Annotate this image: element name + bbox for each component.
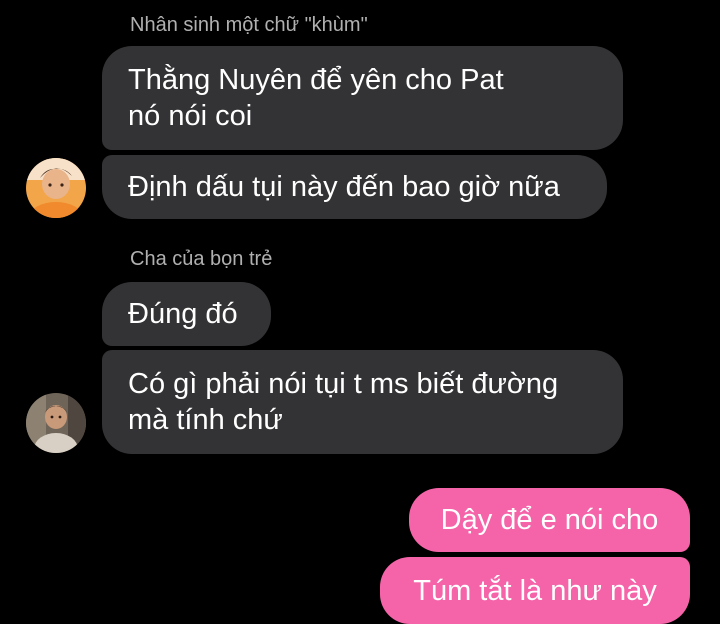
message-bubble-outgoing[interactable]: Dậy để e nói cho [409, 488, 690, 552]
avatar-user-2[interactable] [26, 393, 86, 453]
message-bubble-incoming[interactable]: Thằng Nuyên để yên cho Pat nó nói coi [102, 46, 623, 150]
message-text: Đúng đó [128, 298, 238, 330]
avatar-user-1[interactable] [26, 158, 86, 218]
user-photo-icon [26, 393, 86, 453]
message-text: Có gì phải nói tụi t ms biết đường mà tí… [128, 368, 559, 436]
message-bubble-outgoing[interactable]: Túm tắt là như này [380, 557, 690, 624]
user-photo-icon [26, 158, 86, 218]
sender-name-1: Nhân sinh một chữ "khùm" [130, 14, 368, 36]
message-text: Thằng Nuyên để yên cho Pat nó nói coi [128, 64, 504, 132]
message-text: Túm tắt là như này [413, 574, 657, 607]
message-bubble-incoming[interactable]: Định dấu tụi này đến bao giờ nữa [102, 155, 607, 219]
message-bubble-incoming[interactable]: Có gì phải nói tụi t ms biết đường mà tí… [102, 350, 623, 454]
message-text: Định dấu tụi này đến bao giờ nữa [128, 171, 560, 203]
message-bubble-incoming[interactable]: Đúng đó [102, 282, 271, 346]
sender-name-2: Cha của bọn trẻ [130, 248, 273, 270]
message-text: Dậy để e nói cho [440, 504, 659, 536]
